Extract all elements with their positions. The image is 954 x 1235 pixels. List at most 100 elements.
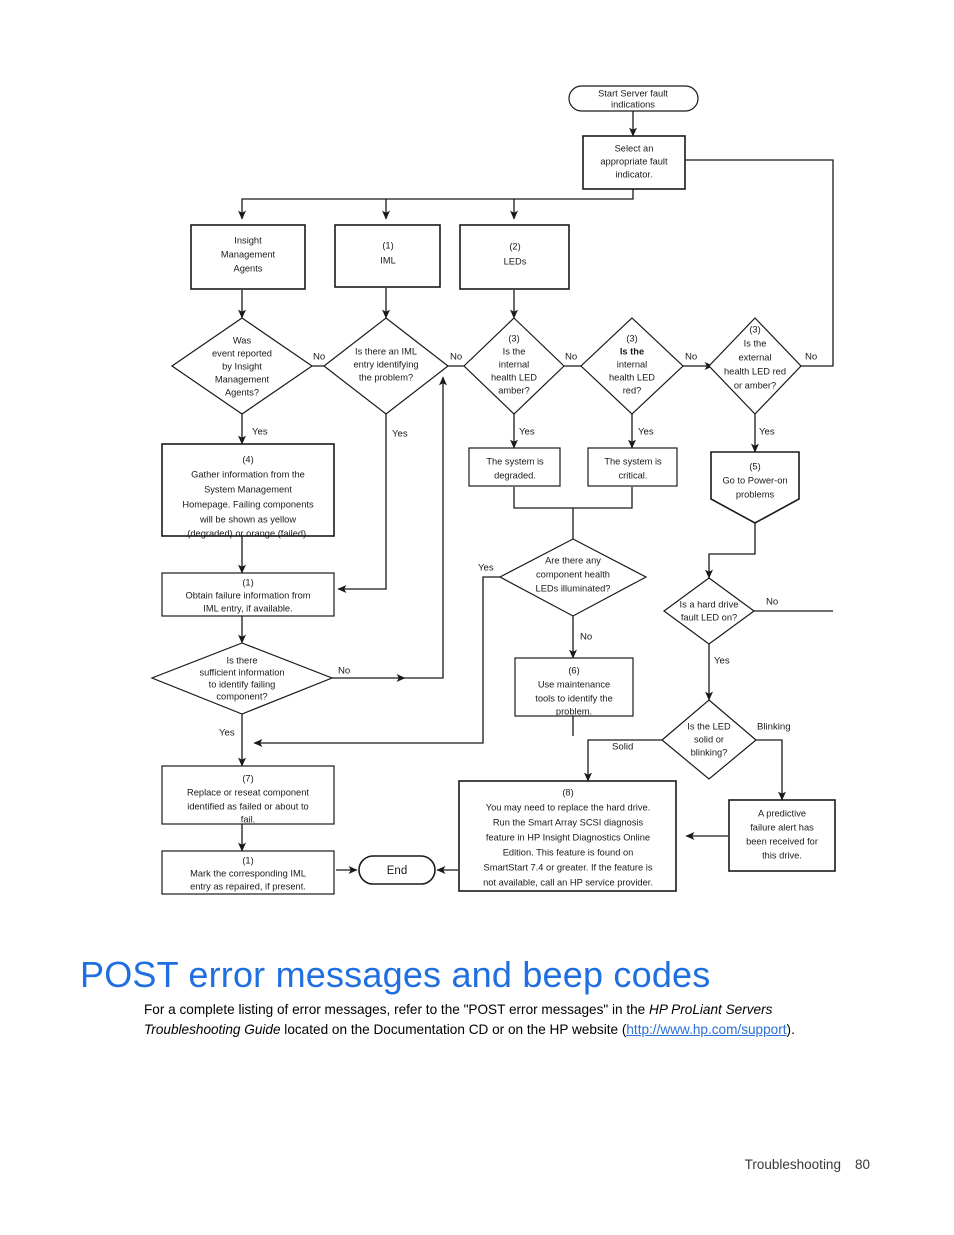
paragraph-text-part2: located on the Documentation CD or on th… (280, 1022, 627, 1038)
svg-text:Replace or reseat component: Replace or reseat component (187, 787, 309, 797)
footer-page-number: 80 (854, 1157, 870, 1172)
node-mark-iml-entry: (1) Mark the corresponding IML entry as … (161, 850, 335, 895)
server-fault-indications-flowchart: Start Server fault indications Select an… (0, 0, 954, 910)
svg-text:IML: IML (380, 255, 396, 265)
svg-text:feature in HP Insight Diagnost: feature in HP Insight Diagnostics Online (486, 832, 650, 842)
node-go-to-power-on-problems: (5) Go to Power-on problems (710, 451, 800, 524)
node-iml: (1) IML (334, 224, 441, 288)
node-maintenance-tools: (6) Use maintenance tools to identify th… (514, 657, 634, 717)
svg-text:component health: component health (536, 569, 610, 579)
edge-label-yes-internal-amber: Yes (519, 427, 535, 438)
svg-text:Edition. This feature is found: Edition. This feature is found on (503, 847, 634, 857)
decision-external-health-led: (3) Is the external health LED red or am… (708, 317, 802, 415)
svg-text:(1): (1) (382, 240, 393, 250)
svg-text:(5): (5) (749, 461, 760, 471)
svg-text:the problem?: the problem? (359, 372, 413, 382)
svg-text:fault LED on?: fault LED on? (681, 612, 737, 622)
edge-label-yes-external: Yes (759, 427, 775, 438)
edge-label-no-internal-red: No (685, 352, 697, 363)
footer-section-label: Troubleshooting (744, 1157, 841, 1172)
svg-text:LEDs illuminated?: LEDs illuminated? (536, 583, 611, 593)
svg-text:LEDs: LEDs (504, 256, 527, 266)
page-title: POST error messages and beep codes (80, 954, 711, 996)
svg-text:Use maintenance: Use maintenance (538, 679, 610, 689)
node-system-critical: The system is critical. (587, 447, 678, 487)
svg-text:this drive.: this drive. (762, 850, 802, 860)
svg-text:Insight: Insight (234, 235, 262, 245)
svg-text:Gather information from the: Gather information from the (191, 469, 305, 479)
edge-label-no-sufficient-info: No (338, 666, 350, 677)
svg-text:Obtain failure information fro: Obtain failure information from (185, 590, 310, 600)
svg-text:IML entry, if available.: IML entry, if available. (203, 603, 292, 613)
svg-text:sufficient information: sufficient information (199, 667, 284, 677)
svg-text:event reported: event reported (212, 348, 272, 358)
edge-label-no-internal-amber: No (565, 352, 577, 363)
svg-text:Homepage. Failing components: Homepage. Failing components (182, 499, 314, 509)
svg-text:been received for: been received for (746, 836, 818, 846)
svg-text:health LED: health LED (609, 372, 655, 382)
svg-text:external: external (738, 352, 771, 362)
svg-text:tools to identify the: tools to identify the (535, 693, 613, 703)
svg-text:not available, call an HP serv: not available, call an HP service provid… (483, 877, 653, 887)
svg-text:health LED: health LED (491, 372, 537, 382)
edge-label-no-component-leds: No (580, 632, 592, 643)
svg-text:The system is: The system is (486, 456, 544, 466)
svg-text:Is the: Is the (620, 346, 644, 356)
svg-text:The system is: The system is (604, 456, 662, 466)
svg-text:End: End (387, 865, 407, 877)
decision-sufficient-information: Is there sufficient information to ident… (150, 642, 334, 715)
decision-led-solid-or-blinking: Is the LED solid or blinking? (661, 699, 757, 780)
svg-text:(8): (8) (562, 787, 573, 797)
svg-text:SmartStart 7.4 or greater. If: SmartStart 7.4 or greater. If the featur… (484, 862, 653, 872)
node-replace-component: (7) Replace or reseat component identifi… (161, 765, 335, 825)
svg-text:(4): (4) (242, 454, 253, 464)
node-predictive-failure-alert: A predictive failure alert has been rece… (728, 799, 836, 872)
page-footer: Troubleshooting 80 (0, 1157, 870, 1172)
edge-label-no-event-reported: No (313, 352, 325, 363)
svg-text:solid or: solid or (694, 734, 724, 744)
svg-text:(degraded) or orange (failed).: (degraded) or orange (failed). (187, 528, 308, 538)
svg-text:health LED red: health LED red (724, 366, 786, 376)
svg-text:A predictive: A predictive (758, 808, 806, 818)
svg-text:amber?: amber? (498, 385, 530, 395)
svg-text:(3): (3) (508, 333, 519, 343)
svg-text:problem.: problem. (556, 706, 592, 716)
svg-text:Agents: Agents (234, 263, 263, 273)
svg-text:Agents?: Agents? (225, 387, 259, 397)
decision-internal-health-led-red: (3) Is the internal health LED red? (580, 317, 684, 415)
svg-text:System Management: System Management (204, 484, 292, 494)
svg-text:fail.: fail. (241, 814, 255, 824)
svg-text:critical.: critical. (619, 470, 648, 480)
decision-internal-health-led-amber: (3) Is the internal health LED amber? (463, 317, 565, 415)
svg-text:to identify failing: to identify failing (209, 679, 276, 689)
node-hard-drive-advice: (8) You may need to replace the hard dri… (458, 780, 677, 892)
svg-text:Select an: Select an (615, 143, 654, 153)
svg-text:Are there any: Are there any (545, 555, 601, 565)
svg-text:appropriate fault: appropriate fault (600, 156, 668, 166)
svg-text:red?: red? (623, 385, 642, 395)
node-select-indicator: Select an appropriate fault indicator. (582, 135, 686, 190)
svg-text:Is a hard drive: Is a hard drive (680, 599, 739, 609)
edge-label-yes-iml-entry: Yes (392, 429, 408, 440)
svg-text:(3): (3) (749, 324, 760, 334)
svg-text:Is there an IML: Is there an IML (355, 346, 417, 356)
svg-text:component?: component? (216, 691, 267, 701)
node-start: Start Server fault indications (568, 85, 699, 112)
edge-label-yes-event-reported: Yes (252, 427, 268, 438)
decision-hard-drive-fault-led: Is a hard drive fault LED on? (662, 577, 756, 645)
paragraph-text-part1: For a complete listing of error messages… (144, 1001, 650, 1017)
hp-support-link[interactable]: http://www.hp.com/support (626, 1022, 786, 1037)
svg-text:Mark the corresponding IML: Mark the corresponding IML (190, 868, 306, 878)
edge-label-yes-component-leds: Yes (478, 563, 494, 574)
svg-text:entry as repaired, if present.: entry as repaired, if present. (190, 881, 306, 891)
svg-text:(7): (7) (242, 773, 253, 783)
edge-label-no-hard-drive: No (766, 597, 778, 608)
svg-text:will be shown as yellow: will be shown as yellow (199, 514, 296, 524)
svg-text:(3): (3) (626, 333, 637, 343)
edge-label-no-external: No (805, 352, 817, 363)
edge-label-yes-hard-drive: Yes (714, 656, 730, 667)
svg-text:indicator.: indicator. (615, 169, 652, 179)
node-obtain-failure-information: (1) Obtain failure information from IML … (161, 572, 335, 617)
svg-text:Is there: Is there (226, 655, 257, 665)
svg-text:Start Server fault: Start Server fault (598, 88, 668, 98)
